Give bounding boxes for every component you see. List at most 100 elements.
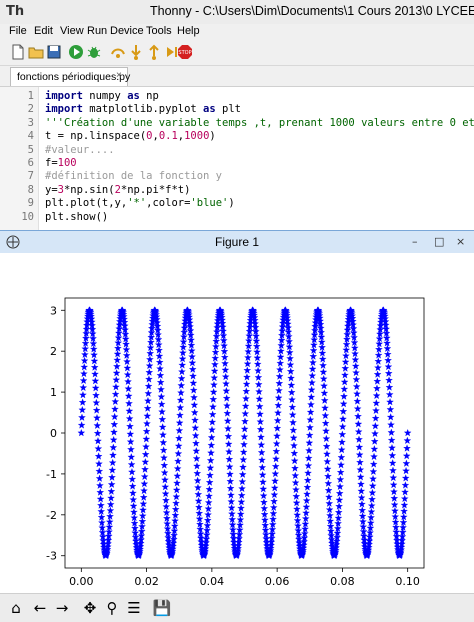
code-token: as: [203, 103, 216, 116]
forward-icon[interactable]: →: [52, 598, 72, 618]
code-token: 1000: [184, 130, 210, 143]
code-token: as: [127, 90, 140, 102]
menu-tools[interactable]: Tools: [146, 25, 172, 37]
line-number: 7: [27, 170, 34, 183]
code-line: '''Création d'une variable temps ,t, pre…: [45, 117, 474, 129]
code-token: matplotlib.pyplot: [82, 103, 204, 116]
code-token: import: [45, 90, 83, 102]
line-number: 2: [27, 103, 34, 116]
line-number: 6: [27, 157, 34, 169]
code-token: plt.plot(t,y,: [45, 197, 128, 210]
code-token: *np.sin(: [63, 183, 115, 196]
y-tick-label: -2: [46, 509, 57, 522]
svg-text:STOP: STOP: [178, 50, 191, 56]
x-tick-label: 0.10: [395, 575, 420, 588]
code-line: plt.plot(t,y,'*',color='blue'): [45, 197, 235, 209]
code-token: '*': [127, 197, 147, 210]
menu-help[interactable]: Help: [177, 25, 200, 37]
run-icon[interactable]: [68, 44, 84, 60]
line-number: 1: [27, 90, 34, 102]
tab-fonctions-periodiques[interactable]: fonctions périodiques.py ×: [10, 67, 131, 86]
figure-window: Figure 1 – □ × 0.00 0.02 0.04 0.06 0.08 0.10 …: [0, 230, 474, 622]
code-line: #valeur....: [45, 144, 115, 156]
code-token: np: [139, 90, 159, 102]
configure-subplots-icon[interactable]: ☰: [124, 598, 144, 618]
x-tick-label: 0.08: [330, 575, 355, 588]
code-token: #définition de la fonction y: [45, 170, 223, 183]
y-tick-label: 3: [50, 304, 57, 317]
line-number: 5: [27, 143, 34, 156]
window-title: Thonny - C:\Users\Dim\Documents\1 Cours …: [150, 4, 474, 18]
chart-marks: [77, 306, 412, 559]
save-file-icon[interactable]: [46, 44, 62, 60]
thonny-app-icon: Th: [6, 4, 25, 19]
line-number: 10: [21, 210, 34, 223]
code-token: ): [209, 130, 216, 143]
y-axis-ticks: 3 2 1 0 -1 -2 -3: [46, 304, 65, 563]
line-number: 4: [27, 130, 34, 143]
code-token: 0.1: [158, 130, 178, 143]
back-icon[interactable]: ←: [30, 598, 50, 618]
code-token: plt.show(): [45, 210, 109, 223]
new-file-icon[interactable]: [10, 44, 26, 60]
code-token: t = np.linspace(: [45, 130, 147, 143]
line-number: 8: [27, 183, 34, 196]
title-bar: Th Thonny - C:\Users\Dim\Documents\1 Cou…: [0, 0, 474, 25]
code-token: ,color=: [146, 197, 191, 210]
step-over-icon[interactable]: [110, 44, 126, 60]
code-line: plt.show(): [45, 211, 108, 223]
code-line: f=100: [45, 157, 77, 169]
menu-device[interactable]: Device: [110, 25, 144, 37]
code-token: plt: [215, 103, 241, 116]
x-axis-ticks: 0.00 0.02 0.04 0.06 0.08 0.10: [69, 568, 420, 588]
close-button[interactable]: ×: [456, 235, 465, 248]
x-tick-label: 0.06: [265, 575, 290, 588]
y-tick-label: -3: [46, 550, 57, 563]
menu-run[interactable]: Run: [87, 25, 107, 37]
line-number: 9: [27, 197, 34, 210]
maximize-button[interactable]: □: [434, 235, 444, 248]
figure-title-bar: Figure 1 – □ ×: [0, 231, 474, 253]
save-icon[interactable]: 💾: [152, 598, 172, 618]
x-tick-label: 0.04: [200, 575, 225, 588]
zoom-icon[interactable]: ⚲: [102, 598, 122, 618]
tab-close-icon[interactable]: ×: [116, 70, 122, 81]
code-line: import matplotlib.pyplot as plt: [45, 103, 241, 115]
code-token: '''Création d'une variable temps ,t, pre…: [45, 116, 474, 129]
code-line: t = np.linspace(0,0.1,1000): [45, 130, 216, 142]
pan-icon[interactable]: ✥: [80, 598, 100, 618]
debug-icon[interactable]: [86, 44, 102, 60]
menu-file[interactable]: File: [9, 25, 27, 37]
plot-canvas: 0.00 0.02 0.04 0.06 0.08 0.10 3 2 1 0 -1 -2 -3: [0, 253, 474, 593]
code-editor[interactable]: 1 2 3 4 5 6 7 8 9 10 import numpy as np import mat…: [0, 86, 474, 231]
code-line: #définition de la fonction y: [45, 170, 222, 182]
menu-bar: File Edit View Run Device Tools Help: [0, 24, 474, 41]
sine-chart: 0.00 0.02 0.04 0.06 0.08 0.10 3 2 1 0 -1 -2 -3: [46, 297, 425, 588]
menu-view[interactable]: View: [60, 25, 84, 37]
figure-title: Figure 1: [214, 235, 260, 249]
step-out-icon[interactable]: [146, 44, 162, 60]
code-token: f=: [45, 157, 58, 169]
code-token: *np.pi*f*t): [120, 183, 191, 196]
editor-tab-bar: fonctions périodiques.py ×: [0, 66, 474, 86]
open-file-icon[interactable]: [28, 44, 44, 60]
y-tick-label: 0: [50, 427, 57, 440]
main-toolbar: STOP: [0, 41, 474, 66]
menu-edit[interactable]: Edit: [34, 25, 53, 37]
x-tick-label: 0.02: [134, 575, 159, 588]
code-token: #valeur....: [45, 143, 115, 156]
y-tick-label: 2: [50, 345, 57, 358]
y-tick-label: 1: [50, 386, 57, 399]
stop-icon[interactable]: STOP: [177, 44, 193, 60]
x-tick-label: 0.00: [69, 575, 94, 588]
line-number-gutter: 1 2 3 4 5 6 7 8 9 10: [0, 87, 39, 231]
code-line: import numpy as np: [45, 90, 159, 102]
star-marker-series: [77, 306, 412, 559]
step-into-icon[interactable]: [128, 44, 144, 60]
tab-label: fonctions périodiques.py: [17, 71, 131, 83]
code-line: y=3*np.sin(2*np.pi*f*t): [45, 184, 190, 196]
y-tick-label: -1: [46, 468, 57, 481]
home-icon[interactable]: ⌂: [6, 598, 26, 618]
minimize-button[interactable]: –: [412, 235, 418, 248]
code-token: 'blue': [190, 197, 229, 210]
